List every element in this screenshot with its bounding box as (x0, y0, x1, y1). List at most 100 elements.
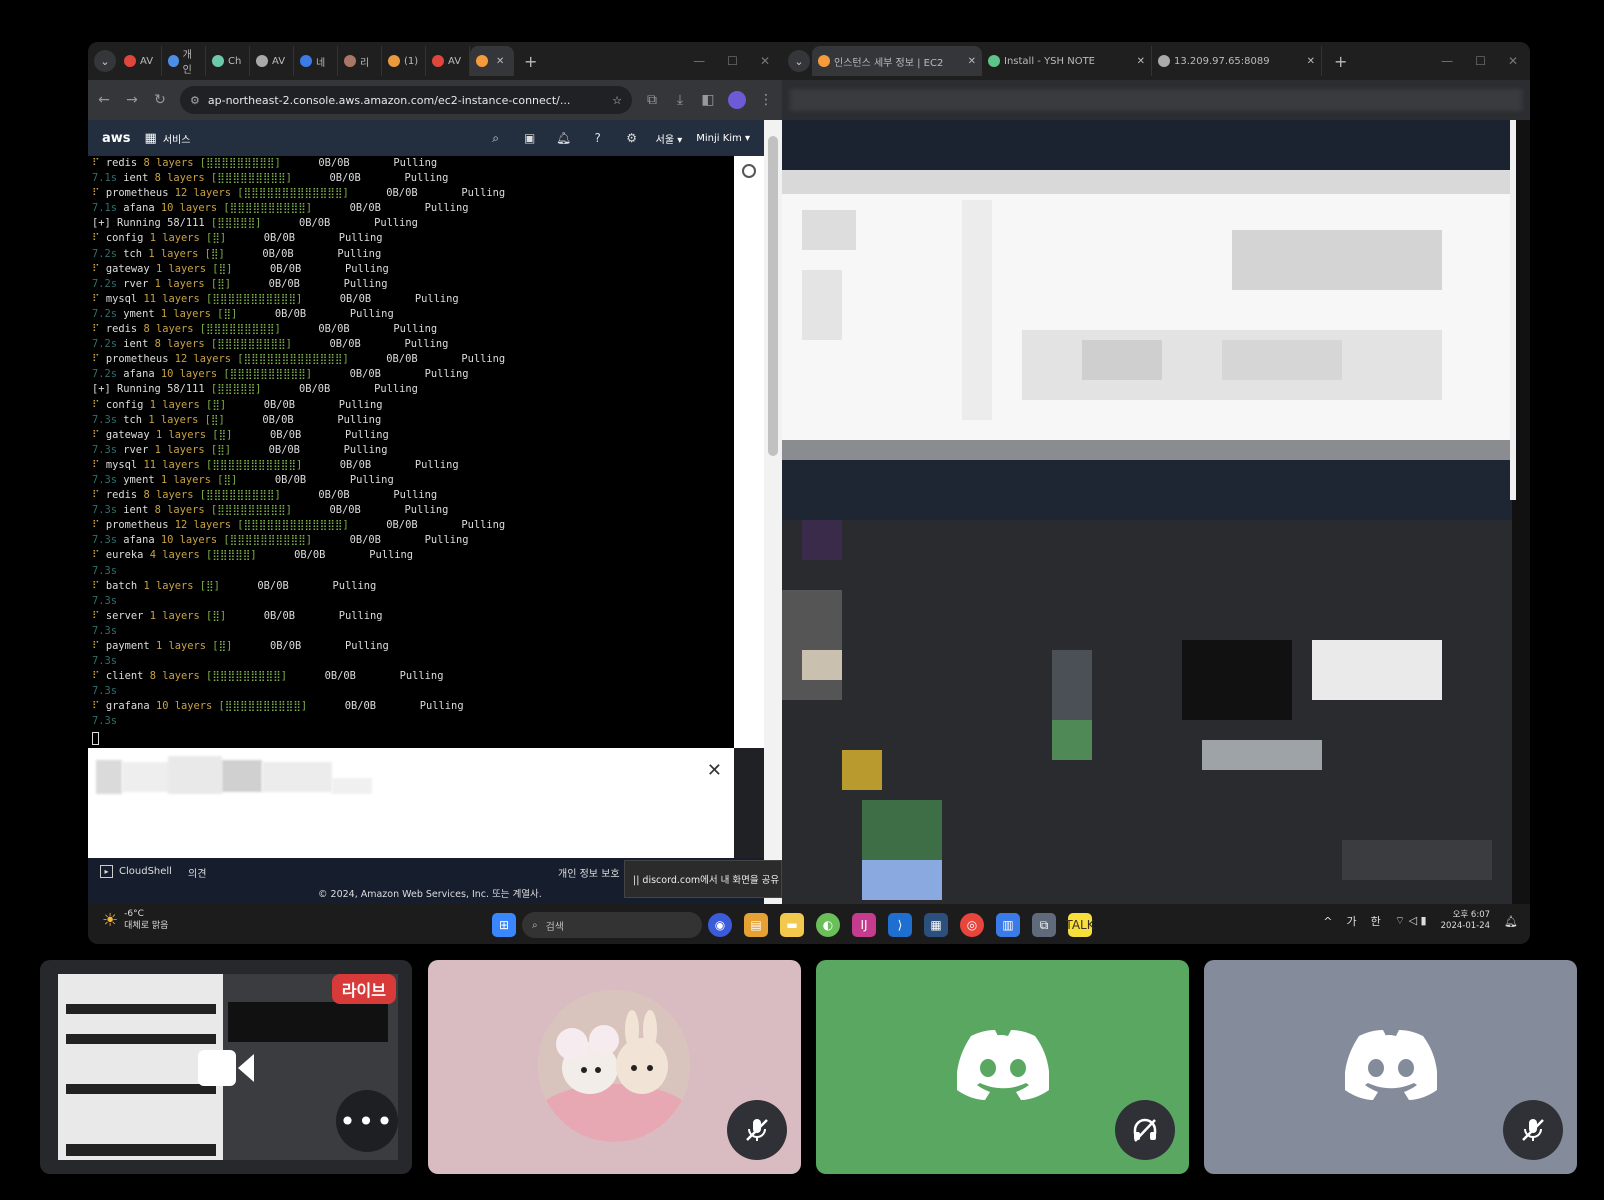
left-tab[interactable]: 리 (338, 46, 382, 76)
new-tab-button[interactable]: + (524, 52, 537, 71)
minimize-icon[interactable]: — (1441, 54, 1453, 68)
notepad-icon[interactable]: ▥ (996, 913, 1020, 937)
spring-app-icon[interactable]: ◐ (816, 913, 840, 937)
right-tab[interactable]: Install - YSH NOTE ✕ (982, 46, 1152, 76)
url-field[interactable]: ⚙ ap-northeast-2.console.aws.amazon.com/… (180, 86, 632, 114)
reload-icon[interactable]: ↻ (152, 92, 168, 108)
privacy-link[interactable]: 개인 정보 보호 (558, 865, 620, 880)
network-app-icon[interactable]: ⧉ (1032, 913, 1056, 937)
ime-language[interactable]: 한 (1371, 913, 1381, 929)
cloudshell-button[interactable]: ▸ CloudShell (100, 865, 172, 878)
cloudshell-icon: ▸ (100, 865, 113, 878)
terminal-prefix: ⠏ (92, 323, 100, 336)
left-tab[interactable]: (1) (382, 46, 426, 76)
tab-search-chevron-icon[interactable]: ⌄ (94, 50, 116, 72)
taskbar-search-box[interactable]: ⌕ 검색 (522, 912, 702, 938)
chat-app-icon[interactable]: ◉ (708, 913, 732, 937)
bell-icon[interactable]: 🔔︎ (554, 128, 574, 148)
tab-label: AV (448, 55, 462, 67)
terminal-status: Pulling (424, 202, 469, 215)
participant-tile-discord-gray[interactable] (1204, 960, 1577, 1174)
terminal-size: 0B/0B (299, 383, 331, 396)
page-scrollbar[interactable] (764, 120, 782, 904)
start-windows-icon[interactable]: ⊞ (492, 913, 516, 937)
feedback-link[interactable]: 의견 (188, 865, 206, 880)
profile-avatar[interactable] (728, 91, 746, 109)
screen-share-preview-tile[interactable]: 라이브 ••• (40, 960, 412, 1174)
tab-favicon-icon (432, 55, 444, 67)
intellij-icon[interactable]: IJ (852, 913, 876, 937)
close-tab-icon[interactable]: ✕ (1137, 56, 1145, 67)
store-app-icon[interactable]: ▤ (744, 913, 768, 937)
more-options-icon[interactable]: ••• (336, 1090, 398, 1152)
left-tab[interactable]: 개인 (162, 46, 206, 76)
cloudshell-icon[interactable]: ▣ (520, 128, 540, 148)
left-tab[interactable]: Ch (206, 46, 250, 76)
terminal-status: Pulling (414, 458, 459, 471)
account-menu[interactable]: Minji Kim ▾ (696, 133, 750, 144)
weather-widget[interactable]: ☀ -6°C 대체로 맑음 (102, 908, 168, 932)
right-tab[interactable]: 13.209.97.65:8089 ✕ (1152, 46, 1322, 76)
tab-search-chevron-icon[interactable]: ⌄ (788, 50, 810, 72)
chrome-icon[interactable]: ◎ (960, 913, 984, 937)
site-info-icon[interactable]: ⚙ (190, 94, 200, 107)
maximize-icon[interactable]: ☐ (1475, 54, 1486, 68)
close-panel-icon[interactable]: ✕ (707, 760, 722, 781)
terminal-name: afana (123, 534, 155, 547)
close-window-icon[interactable]: ✕ (1508, 54, 1518, 68)
terminal-prefix: ⠏ (92, 458, 100, 471)
vscode-icon[interactable]: ⟩ (888, 913, 912, 937)
terminal-line: 7.3s (92, 594, 734, 609)
extensions-icon[interactable]: ⧉ (644, 92, 660, 108)
left-tab[interactable]: ✕ (470, 46, 514, 76)
terminal-size: 0B/0B (318, 489, 350, 502)
participant-tile-avatar[interactable] (428, 960, 801, 1174)
terminal-output[interactable]: ⠏ redis 8 layers [⣿⣿⣿⣿⣿⣿⣿⣿⣿] 0B/0B Pulli… (88, 156, 734, 748)
menu-kebab-icon[interactable]: ⋮ (758, 92, 774, 108)
close-tab-icon[interactable]: ✕ (496, 56, 504, 67)
download-icon[interactable]: ⤓ (672, 92, 688, 108)
close-tab-icon[interactable]: ✕ (968, 56, 976, 67)
search-icon[interactable]: ⌕ (486, 128, 506, 148)
muted-mic-icon (1503, 1100, 1563, 1160)
new-tab-button[interactable]: + (1334, 52, 1347, 71)
region-selector[interactable]: 서울 ▾ (656, 131, 683, 146)
left-tab[interactable]: AV (250, 46, 294, 76)
terminal-size: 0B/0B (349, 534, 381, 547)
terminal-line: [+] Running 58/111 [⣿⣿⣿⣿⣿] 0B/0B Pulling (92, 382, 734, 397)
close-tab-icon[interactable]: ✕ (1307, 56, 1315, 67)
services-menu[interactable]: ▦ 서비스 (145, 131, 191, 146)
terminal-prefix: ⠏ (92, 232, 100, 245)
image-app-icon[interactable]: ▦ (924, 913, 948, 937)
left-tab[interactable]: 네 (294, 46, 338, 76)
right-tab[interactable]: 인스턴스 세부 정보 | EC2 ✕ (812, 46, 982, 76)
close-window-icon[interactable]: ✕ (760, 54, 770, 68)
tab-label: (1) (404, 55, 419, 67)
minimize-icon[interactable]: — (693, 54, 705, 68)
screen-share-notice[interactable]: || discord.com에서 내 화면을 공유 (624, 860, 782, 898)
notification-bell-icon[interactable]: 🔔︎ (1504, 915, 1518, 928)
wifi-volume-battery-icons[interactable]: ⌔ ◁ ▮ (1395, 914, 1427, 928)
bookmark-star-icon[interactable]: ☆ (612, 94, 622, 107)
tray-overflow-icon[interactable]: ^ (1323, 915, 1332, 928)
terminal-layers: 8 layers (149, 670, 200, 683)
file-explorer-icon[interactable]: ▬ (780, 913, 804, 937)
terminal-layers: 1 layers (154, 443, 205, 456)
kakaotalk-icon[interactable]: TALK (1065, 913, 1095, 937)
scrollbar-thumb[interactable] (768, 136, 778, 456)
screen-share-text: || discord.com에서 내 화면을 공유 (633, 875, 780, 886)
session-status-icon[interactable] (742, 164, 756, 178)
forward-icon[interactable]: → (124, 92, 140, 108)
left-tab[interactable]: AV (426, 46, 470, 76)
participant-tile-discord-green[interactable] (816, 960, 1189, 1174)
terminal-bar: [⣿] (212, 262, 233, 275)
help-icon[interactable]: ? (588, 128, 608, 148)
clock[interactable]: 오후 6:07 2024-01-24 (1441, 910, 1490, 932)
side-panel-icon[interactable]: ◧ (700, 92, 716, 108)
maximize-icon[interactable]: ☐ (727, 54, 738, 68)
aws-logo[interactable]: aws (102, 131, 131, 146)
back-icon[interactable]: ← (96, 92, 112, 108)
settings-gear-icon[interactable]: ⚙ (622, 128, 642, 148)
ime-mode[interactable]: 가 (1347, 913, 1357, 929)
left-tab[interactable]: AV (118, 46, 162, 76)
